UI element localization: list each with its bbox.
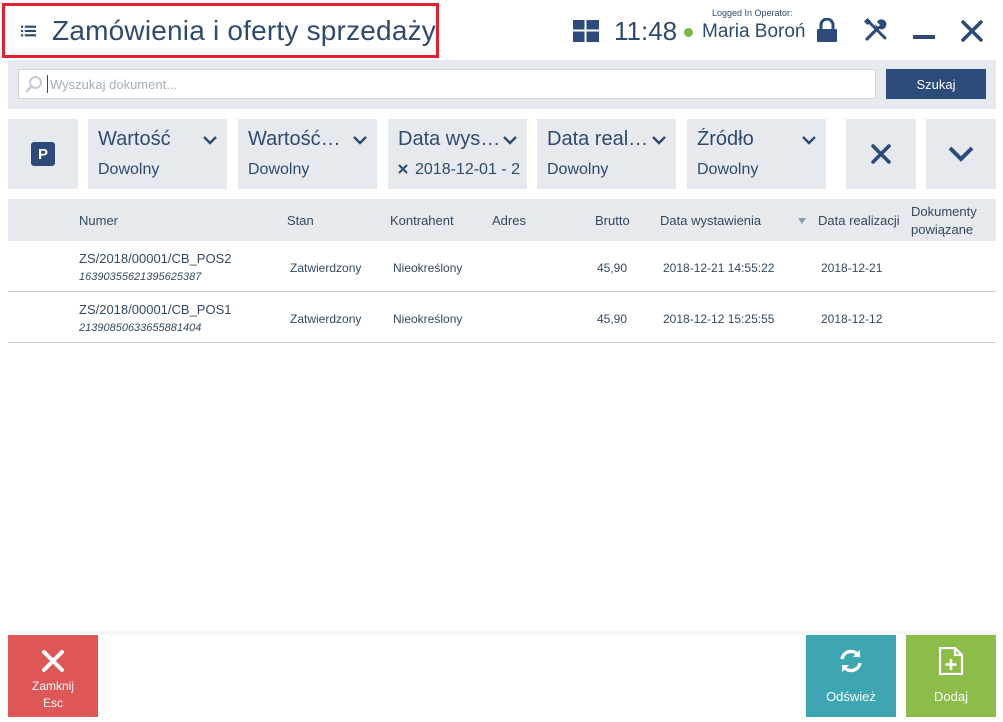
- column-header-data-realizacji[interactable]: Data realizacji: [818, 213, 900, 228]
- tools-icon[interactable]: [864, 18, 888, 42]
- clock-time: 11:48: [614, 16, 678, 46]
- column-header-kontrahent[interactable]: Kontrahent: [390, 213, 454, 228]
- close-window-icon[interactable]: [960, 19, 984, 43]
- sort-descending-icon: [798, 218, 806, 224]
- cell-brutto: 45,90: [597, 261, 628, 275]
- close-shortcut-label: Esc: [42, 696, 63, 710]
- column-header-adres[interactable]: Adres: [492, 213, 526, 228]
- app-window: Zamówienia i oferty sprzedaży 11:48 Logg…: [0, 0, 1003, 722]
- chevron-down-icon: [503, 136, 517, 145]
- filter-label: Wartość: [98, 128, 171, 150]
- cell-kod: 16390355621395625387: [79, 271, 202, 283]
- cell-numer: ZS/2018/00001/CB_POS1: [79, 302, 232, 317]
- filter-value: Dowolny: [98, 161, 160, 178]
- filter-zrodlo[interactable]: Źródło Dowolny: [687, 119, 826, 189]
- cell-stan: Zatwierdzony: [290, 261, 362, 275]
- page-title: Zamówienia i oferty sprzedaży: [52, 14, 436, 46]
- filter-value: Dowolny: [547, 161, 609, 178]
- column-header-data-wystawienia[interactable]: Data wystawienia: [660, 213, 761, 228]
- column-header-dokumenty[interactable]: Dokumenty: [911, 204, 977, 219]
- add-button[interactable]: Dodaj: [906, 635, 996, 717]
- search-bar: Szukaj: [8, 60, 996, 109]
- column-header-powiazane[interactable]: powiązane: [911, 222, 973, 237]
- chevron-down-icon: [652, 136, 666, 145]
- search-field[interactable]: [18, 69, 876, 99]
- operator-name[interactable]: Maria Boroń: [702, 21, 806, 43]
- filter-data-realizacji[interactable]: Data real… Dowolny: [537, 119, 676, 189]
- chevron-down-icon: [802, 136, 816, 145]
- refresh-icon: [840, 649, 862, 673]
- filter-data-wystawienia[interactable]: Data wys… 2018-12-01 - 2: [388, 119, 527, 189]
- search-input[interactable]: [50, 76, 850, 92]
- clear-filters-button[interactable]: [846, 119, 916, 189]
- cell-kontrahent: Nieokreślony: [393, 312, 463, 326]
- close-icon: [42, 650, 64, 672]
- filter-label: Wartość…: [248, 128, 341, 150]
- close-button[interactable]: Zamknij Esc: [8, 635, 98, 717]
- search-button[interactable]: Szukaj: [886, 69, 986, 99]
- page-title-box: Zamówienia i oferty sprzedaży: [2, 3, 439, 58]
- close-icon: [871, 144, 891, 164]
- column-header-brutto[interactable]: Brutto: [595, 213, 630, 228]
- filter-label: Data real…: [547, 128, 647, 150]
- documents-table: ZS/2018/00001/CB_POS2 163903556213956253…: [8, 241, 996, 633]
- column-header-stan[interactable]: Stan: [287, 213, 314, 228]
- chevron-down-icon: [203, 136, 217, 145]
- refresh-button-label: Odśwież: [826, 689, 876, 704]
- cell-data-wystawienia: 2018-12-12 15:25:55: [663, 312, 775, 326]
- cell-numer: ZS/2018/00001/CB_POS2: [79, 251, 232, 266]
- table-row[interactable]: ZS/2018/00001/CB_POS2 163903556213956253…: [8, 241, 996, 292]
- chevron-down-icon: [353, 136, 367, 145]
- add-button-label: Dodaj: [934, 689, 968, 704]
- filter-label: Data wys…: [398, 128, 498, 150]
- online-status-icon: [684, 28, 693, 37]
- column-header-numer[interactable]: Numer: [79, 213, 118, 228]
- menu-icon[interactable]: [21, 20, 37, 42]
- cell-data-wystawienia: 2018-12-21 14:55:22: [663, 261, 775, 275]
- filter-value: Dowolny: [248, 161, 310, 178]
- table-header: Numer Stan Kontrahent Adres Brutto Data …: [8, 199, 996, 241]
- parking-filter-button[interactable]: P: [8, 119, 78, 189]
- filter-wartosc-2[interactable]: Wartość… Dowolny: [238, 119, 377, 189]
- table-row[interactable]: ZS/2018/00001/CB_POS1 213908506336558814…: [8, 292, 996, 343]
- filter-value-active: 2018-12-01 - 2: [398, 161, 522, 179]
- cell-brutto: 45,90: [597, 312, 628, 326]
- filter-wartosc[interactable]: Wartość Dowolny: [88, 119, 227, 189]
- cell-stan: Zatwierdzony: [290, 312, 362, 326]
- close-button-label: Zamknij: [31, 679, 74, 693]
- text-caret: [47, 75, 48, 93]
- parking-icon: P: [31, 142, 55, 166]
- add-document-icon: [938, 647, 964, 675]
- refresh-button[interactable]: Odśwież: [806, 635, 896, 717]
- clear-filter-icon[interactable]: [398, 164, 408, 174]
- cell-kontrahent: Nieokreślony: [393, 261, 463, 275]
- filter-label: Źródło: [697, 128, 754, 150]
- filter-value: 2018-12-01 - 2: [415, 161, 520, 178]
- chevron-down-icon: [948, 146, 974, 162]
- operator-caption: Logged In Operator:: [712, 8, 793, 18]
- search-icon: [25, 76, 42, 93]
- cell-kod: 21390850633655881404: [79, 322, 202, 334]
- minimize-icon[interactable]: [913, 35, 935, 39]
- lock-icon[interactable]: [816, 18, 838, 42]
- cell-data-realizacji: 2018-12-12: [821, 312, 883, 326]
- filter-value: Dowolny: [697, 161, 759, 178]
- cell-data-realizacji: 2018-12-21: [821, 261, 883, 275]
- expand-filters-button[interactable]: [926, 119, 996, 189]
- windows-icon[interactable]: [573, 20, 599, 42]
